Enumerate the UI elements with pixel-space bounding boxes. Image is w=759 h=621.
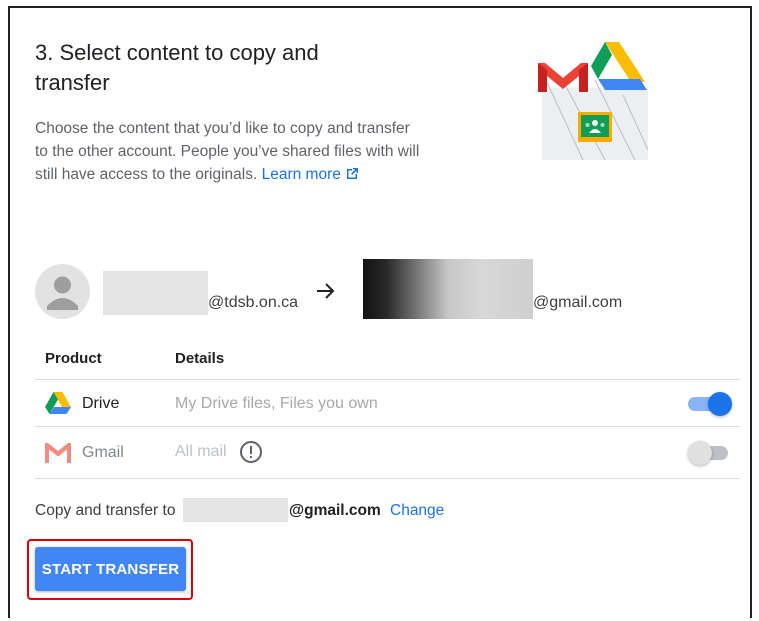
- external-link-icon: [345, 165, 359, 188]
- change-link[interactable]: Change: [390, 502, 444, 520]
- warning-info-icon[interactable]: [239, 440, 263, 469]
- gmail-drive-classroom-illustration: [535, 40, 650, 162]
- redacted-destination-name: [183, 498, 288, 522]
- learn-more-link[interactable]: Learn more: [262, 166, 359, 183]
- arrow-right-icon: [315, 280, 337, 307]
- product-name-drive: Drive: [82, 395, 120, 412]
- column-header-product: Product: [45, 350, 102, 367]
- product-name-gmail: Gmail: [82, 444, 124, 461]
- learn-more-label: Learn more: [261, 166, 341, 183]
- gmail-toggle[interactable]: [688, 441, 734, 465]
- gmail-icon: [45, 443, 71, 468]
- to-account-email: @gmail.com: [533, 294, 623, 311]
- toggle-knob: [708, 392, 732, 416]
- divider: [35, 426, 740, 427]
- google-drive-icon: [45, 392, 71, 419]
- page-description: Choose the content that you’d like to co…: [35, 117, 420, 188]
- from-account-email: @tdsb.on.ca: [208, 294, 299, 311]
- redacted-avatar-name: [363, 259, 533, 319]
- toggle-knob: [688, 441, 712, 465]
- divider: [35, 478, 740, 479]
- copy-transfer-label: Copy and transfer to: [35, 502, 176, 519]
- page-title: 3. Select content to copy and transfer: [35, 40, 319, 95]
- product-details-drive: My Drive files, Files you own: [175, 395, 378, 412]
- divider: [35, 379, 740, 380]
- start-transfer-button[interactable]: START TRANSFER: [35, 547, 186, 591]
- avatar: [35, 264, 90, 319]
- column-header-details: Details: [175, 350, 225, 367]
- product-details-gmail: All mail: [175, 443, 227, 460]
- destination-email: @gmail.com: [289, 502, 381, 519]
- redacted-name: [103, 271, 208, 315]
- description-text: Choose the content that you’d like to co…: [35, 120, 420, 183]
- drive-toggle[interactable]: [688, 392, 734, 416]
